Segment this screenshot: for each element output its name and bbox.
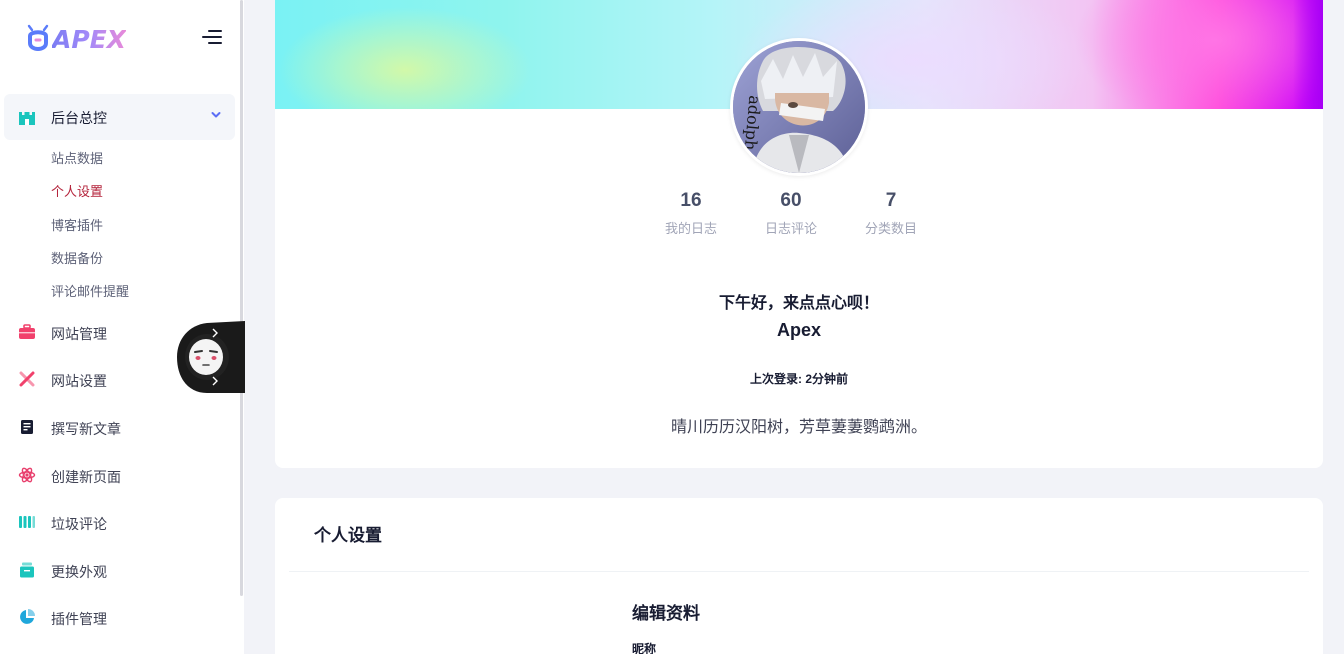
brand-name: APEX	[52, 24, 127, 54]
avatar[interactable]: adolph	[730, 38, 868, 176]
brand-logo[interactable]: APEX	[26, 22, 126, 56]
sidebar-subitem-comment-mail[interactable]: 评论邮件提醒	[51, 281, 129, 300]
sidebar-subitem-personal-settings[interactable]: 个人设置	[51, 181, 103, 200]
castle-icon	[19, 112, 35, 125]
avatar-image: adolph	[733, 41, 865, 173]
edit-profile-title: 编辑资料	[632, 604, 700, 623]
sidebar-item-write-post[interactable]: 撰写新文章	[4, 407, 235, 447]
sidebar-item-label: 更换外观	[51, 564, 107, 580]
stat-comments: 60 日志评论	[746, 190, 836, 237]
profile-card: adolph 16 我的日志 60 日志评论 7 分类数目 下午好，来点点心呗！…	[275, 0, 1323, 468]
stat-label: 日志评论	[764, 221, 817, 236]
nav-group-label: 后台总控	[51, 110, 107, 126]
sidebar-item-appearance[interactable]: 更换外观	[4, 550, 235, 590]
sidebar-subitem-blog-plugins[interactable]: 博客插件	[51, 215, 103, 234]
nickname-label: 昵称	[632, 642, 657, 654]
stat-value: 16	[680, 190, 702, 211]
tools-icon	[19, 371, 35, 387]
motto-text: 晴川历历汉阳树，芳草萋萋鹦鹉洲。	[670, 419, 927, 436]
sidebar-scrollbar[interactable]	[240, 0, 243, 596]
sidebar-item-label: 网站设置	[51, 373, 107, 389]
stat-posts: 16 我的日志	[646, 190, 736, 237]
stat-value: 7	[885, 190, 897, 211]
stat-label: 我的日志	[664, 221, 717, 236]
settings-title: 个人设置	[314, 526, 382, 545]
last-login-text: 上次登录: 2分钟前	[749, 372, 848, 386]
atom-icon	[18, 467, 36, 483]
sidebar-item-label: 网站管理	[51, 326, 107, 342]
divider	[289, 571, 1309, 572]
settings-card: 个人设置 编辑资料 昵称	[275, 498, 1323, 654]
chevron-down-icon	[211, 112, 221, 118]
stat-label: 分类数目	[864, 221, 917, 236]
apex-logo-icon	[27, 24, 49, 51]
sidebar-item-label: 创建新页面	[51, 469, 121, 485]
sidebar-item-spam-comments[interactable]: 垃圾评论	[4, 502, 235, 542]
sidebar-subitem-data-backup[interactable]: 数据备份	[51, 248, 103, 267]
columns-icon	[19, 516, 35, 528]
menu-toggle-icon[interactable]	[200, 29, 222, 45]
sidebar-item-label: 撰写新文章	[51, 421, 121, 437]
sidebar-item-label: 插件管理	[51, 611, 107, 627]
pie-chart-icon	[20, 609, 35, 624]
sidebar-item-new-page[interactable]: 创建新页面	[4, 455, 235, 495]
sidebar-subitem-site-data[interactable]: 站点数据	[51, 148, 103, 167]
nav-group-dashboard[interactable]: 后台总控	[4, 94, 235, 140]
greeting-text: 下午好，来点点心呗！	[718, 295, 879, 312]
sidebar-item-plugins[interactable]: 插件管理	[4, 597, 235, 637]
stat-value: 60	[780, 190, 802, 211]
mascot-widget-icon[interactable]	[177, 321, 245, 393]
username: Apex	[776, 320, 821, 340]
briefcase-icon	[19, 324, 35, 339]
document-icon	[21, 420, 33, 434]
shop-icon	[20, 562, 34, 578]
stat-categories: 7 分类数目	[846, 190, 936, 237]
sidebar-item-label: 垃圾评论	[51, 516, 107, 532]
